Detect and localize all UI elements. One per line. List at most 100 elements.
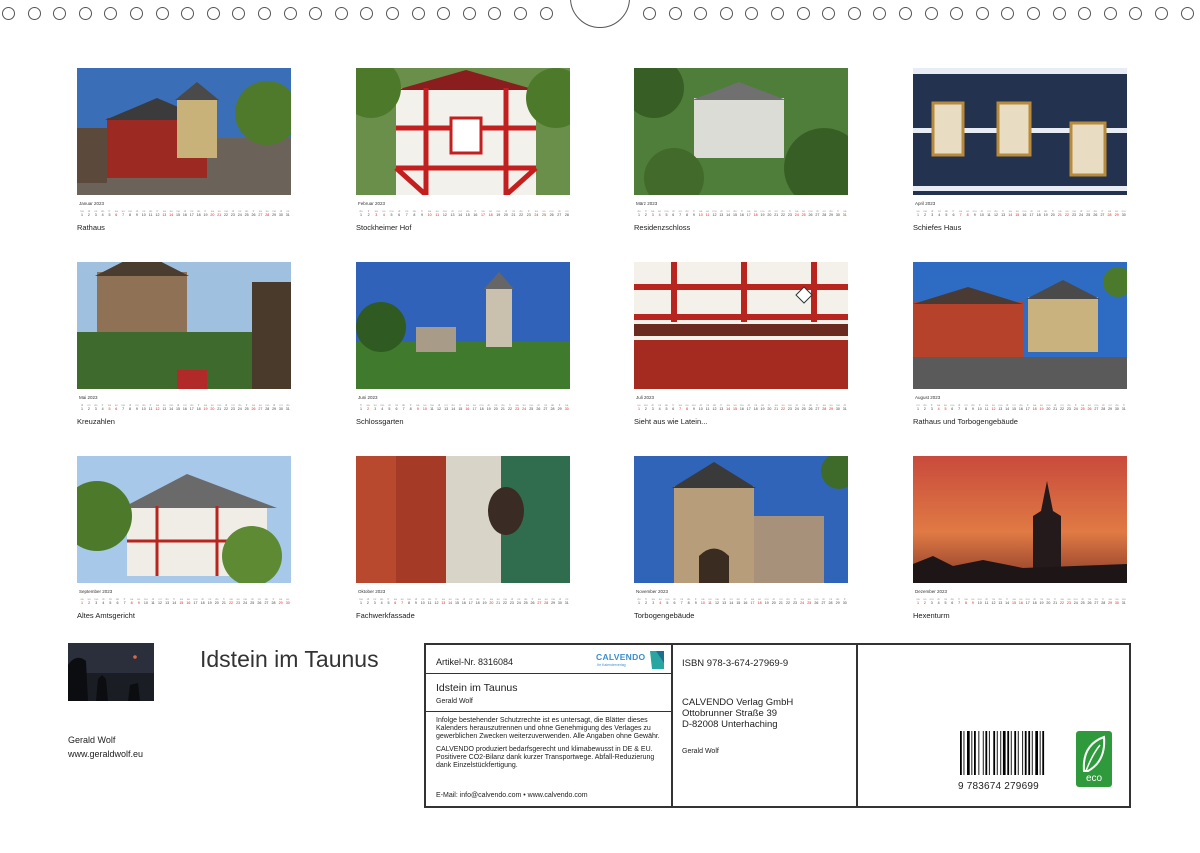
day-number: 24 (237, 213, 242, 217)
day-row: 1 2 3 4 5 6 7 8 9 10 11 12 13 14 15 16 17 18 19 20 21 22 23 24 2… (358, 213, 570, 217)
day-number: 1 (360, 601, 362, 605)
day-number: 20 (503, 213, 508, 217)
day-number: 30 (285, 601, 290, 605)
month-photo (913, 262, 1127, 389)
ring-hole (53, 7, 67, 20)
day-number: 11 (984, 601, 989, 605)
day-number: 13 (444, 407, 449, 411)
day-number: 4 (938, 213, 941, 217)
day-number: 8 (966, 213, 969, 217)
barcode-bar (982, 731, 984, 775)
day-number: 29 (278, 601, 283, 605)
ring-hole (206, 7, 220, 20)
day-number: 8 (409, 407, 412, 411)
day-number: 22 (785, 601, 790, 605)
day-number: 11 (984, 407, 989, 411)
publisher-name: CALVENDO Verlag GmbH (682, 697, 794, 708)
month-name: April 2023 (915, 201, 936, 206)
day-number: 24 (794, 213, 799, 217)
month-name: Mai 2023 (79, 395, 98, 400)
barcode-bar (1000, 731, 1002, 775)
day-number: 19 (1039, 601, 1044, 605)
day-number: 15 (736, 601, 741, 605)
day-number: 12 (442, 213, 447, 217)
day-number: 12 (434, 601, 439, 605)
book-author: Gerald Wolf (436, 698, 473, 705)
cover-thumbnail (68, 643, 154, 701)
day-number: 22 (1060, 407, 1065, 411)
day-number: 20 (1050, 213, 1055, 217)
day-number: 2 (87, 407, 90, 411)
day-number: 23 (793, 601, 798, 605)
day-number: 14 (172, 601, 177, 605)
day-number: 7 (122, 407, 125, 411)
day-number: 30 (835, 407, 840, 411)
day-number: 25 (250, 601, 255, 605)
day-number: 12 (712, 407, 717, 411)
day-number: 30 (1114, 601, 1119, 605)
day-number: 25 (801, 213, 806, 217)
barcode-bar (1039, 731, 1041, 775)
day-number: 15 (465, 213, 470, 217)
day-number: 29 (829, 407, 834, 411)
day-number: 7 (402, 407, 405, 411)
publisher-info-box: Artikel-Nr. 8316084 CALVENDO Ihr Kalende… (424, 643, 1131, 808)
publisher-street: Ottobrunner Straße 39 (682, 708, 778, 719)
day-number: 5 (108, 213, 111, 217)
day-number: 3 (373, 601, 376, 605)
day-number: 24 (522, 407, 527, 411)
day-number: 8 (129, 213, 132, 217)
day-number: 17 (1025, 407, 1030, 411)
day-number: 14 (1008, 213, 1013, 217)
day-number: 10 (143, 601, 148, 605)
month-panel: September 2023 sa so mo di mi do fr sa so mo di mi do… (77, 456, 291, 620)
month-panel: Oktober 2023 mo di mi do fr sa so mo di mi do fr sa so… (356, 456, 570, 620)
day-number: 21 (217, 213, 222, 217)
day-number: 18 (757, 601, 762, 605)
barcode-bar (985, 731, 988, 775)
ring-hole (822, 7, 836, 20)
barcode-number: 9 783674 279699 (958, 781, 1039, 792)
eco-badge: eco (1076, 731, 1112, 787)
day-number: 6 (398, 213, 401, 217)
month-panel: August 2023 mi do fr sa so mo di mi do fr sa so mo di m… (913, 262, 1127, 426)
month-caption: Torbogengebäude (634, 611, 695, 620)
month-panel: April 2023 so mo di mi do fr sa so mo di mi do fr sa so… (913, 68, 1127, 232)
day-number: 25 (244, 213, 249, 217)
day-number: 9 (137, 601, 140, 605)
day-number: 2 (644, 407, 647, 411)
day-number: 28 (822, 407, 827, 411)
day-number: 9 (971, 601, 974, 605)
month-panel: Mai 2023 di mi do fr sa so mo di mi do fr sa so mo di mi… (77, 262, 291, 426)
info-column-left: Artikel-Nr. 8316084 CALVENDO Ihr Kalende… (426, 645, 673, 806)
day-number: 24 (1073, 407, 1078, 411)
barcode-bar (1014, 731, 1017, 775)
calvendo-logo: CALVENDO Ihr Kalenderverlag (594, 649, 664, 669)
month-photo (634, 68, 848, 195)
month-photo (356, 68, 570, 195)
day-number: 6 (115, 407, 118, 411)
day-number: 11 (430, 407, 434, 411)
author-url[interactable]: www.geraldwolf.eu (68, 747, 143, 761)
eco-label: eco (1085, 773, 1103, 784)
day-number: 22 (781, 213, 786, 217)
ring-hole (283, 7, 297, 20)
barcode-bar (978, 731, 980, 775)
day-number: 6 (951, 601, 954, 605)
barcode-bar (974, 731, 976, 775)
day-number: 24 (794, 407, 799, 411)
info-column-middle: ISBN 978-3-674-27969-9 CALVENDO Verlag G… (673, 645, 858, 806)
day-number: 15 (733, 213, 738, 217)
month-photo (356, 262, 570, 389)
day-number: 13 (722, 601, 727, 605)
ring-hole (334, 7, 348, 20)
ring-hole (847, 7, 861, 20)
ring-hole (232, 7, 246, 20)
contact-line[interactable]: E-Mail: info@calvendo.com • www.calvendo… (436, 792, 588, 799)
day-number: 9 (135, 407, 138, 411)
month-name: November 2023 (636, 589, 669, 594)
day-number: 27 (815, 213, 820, 217)
day-number: 26 (1087, 407, 1092, 411)
day-number: 30 (1114, 407, 1119, 411)
day-number: 13 (441, 601, 446, 605)
